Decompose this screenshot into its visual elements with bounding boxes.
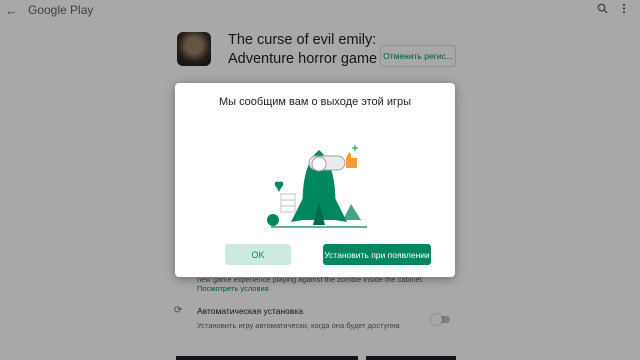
dialog-title: Мы сообщим вам о выходе этой игры (218, 96, 412, 108)
rocket-illustration (267, 145, 367, 228)
ok-button[interactable]: OK (225, 244, 291, 265)
notify-dialog: Мы сообщим вам о выходе этой игры OK Уст… (175, 83, 455, 277)
install-when-available-button[interactable]: Установить при появлении (323, 244, 431, 265)
